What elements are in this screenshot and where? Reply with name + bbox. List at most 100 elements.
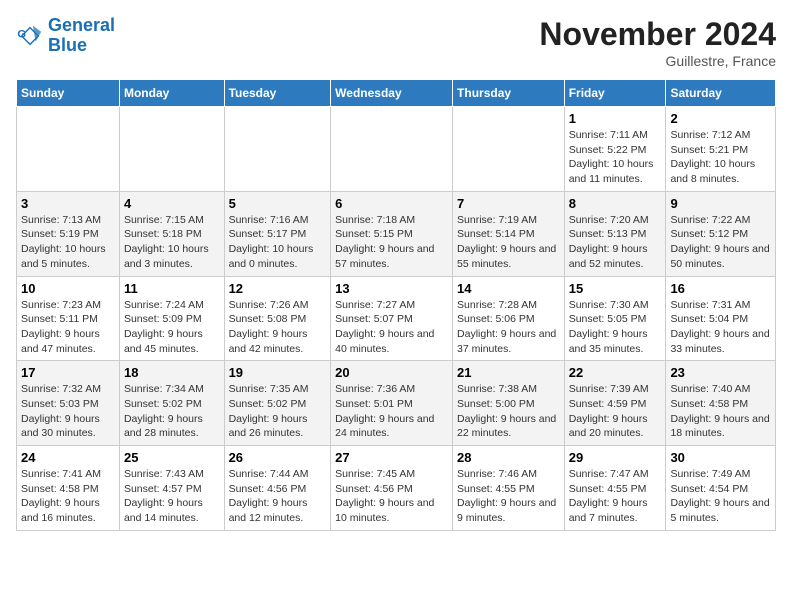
logo-icon: G bbox=[16, 22, 44, 50]
calendar-day-header: Friday bbox=[564, 80, 666, 107]
day-info: Sunrise: 7:44 AM Sunset: 4:56 PM Dayligh… bbox=[229, 467, 327, 526]
day-info: Sunrise: 7:27 AM Sunset: 5:07 PM Dayligh… bbox=[335, 298, 448, 357]
day-info: Sunrise: 7:23 AM Sunset: 5:11 PM Dayligh… bbox=[21, 298, 115, 357]
day-info: Sunrise: 7:31 AM Sunset: 5:04 PM Dayligh… bbox=[670, 298, 771, 357]
day-info: Sunrise: 7:32 AM Sunset: 5:03 PM Dayligh… bbox=[21, 382, 115, 441]
day-info: Sunrise: 7:41 AM Sunset: 4:58 PM Dayligh… bbox=[21, 467, 115, 526]
calendar-day-header: Tuesday bbox=[224, 80, 331, 107]
day-info: Sunrise: 7:36 AM Sunset: 5:01 PM Dayligh… bbox=[335, 382, 448, 441]
calendar-day-cell: 11 Sunrise: 7:24 AM Sunset: 5:09 PM Dayli… bbox=[119, 276, 224, 361]
calendar-body: 1 Sunrise: 7:11 AM Sunset: 5:22 PM Daylig… bbox=[17, 107, 776, 531]
day-info: Sunrise: 7:19 AM Sunset: 5:14 PM Dayligh… bbox=[457, 213, 560, 272]
calendar-day-cell: 25 Sunrise: 7:43 AM Sunset: 4:57 PM Dayli… bbox=[119, 446, 224, 531]
page-header: G GeneralBlue November 2024 Guillestre, … bbox=[16, 16, 776, 69]
day-number: 12 bbox=[229, 281, 327, 296]
calendar-day-cell: 1 Sunrise: 7:11 AM Sunset: 5:22 PM Daylig… bbox=[564, 107, 666, 192]
day-number: 17 bbox=[21, 365, 115, 380]
day-number: 29 bbox=[569, 450, 662, 465]
calendar-day-cell: 9 Sunrise: 7:22 AM Sunset: 5:12 PM Daylig… bbox=[666, 191, 776, 276]
calendar-day-header: Monday bbox=[119, 80, 224, 107]
day-number: 4 bbox=[124, 196, 220, 211]
calendar-day-cell: 30 Sunrise: 7:49 AM Sunset: 4:54 PM Dayli… bbox=[666, 446, 776, 531]
calendar-day-cell bbox=[331, 107, 453, 192]
calendar-day-cell: 14 Sunrise: 7:28 AM Sunset: 5:06 PM Dayli… bbox=[453, 276, 565, 361]
day-number: 11 bbox=[124, 281, 220, 296]
day-number: 24 bbox=[21, 450, 115, 465]
calendar-day-cell: 27 Sunrise: 7:45 AM Sunset: 4:56 PM Dayli… bbox=[331, 446, 453, 531]
day-info: Sunrise: 7:35 AM Sunset: 5:02 PM Dayligh… bbox=[229, 382, 327, 441]
calendar-day-cell: 10 Sunrise: 7:23 AM Sunset: 5:11 PM Dayli… bbox=[17, 276, 120, 361]
day-number: 10 bbox=[21, 281, 115, 296]
calendar-day-cell: 19 Sunrise: 7:35 AM Sunset: 5:02 PM Dayli… bbox=[224, 361, 331, 446]
month-title: November 2024 bbox=[539, 16, 776, 53]
calendar-week-row: 17 Sunrise: 7:32 AM Sunset: 5:03 PM Dayli… bbox=[17, 361, 776, 446]
day-number: 23 bbox=[670, 365, 771, 380]
day-number: 27 bbox=[335, 450, 448, 465]
calendar-day-header: Sunday bbox=[17, 80, 120, 107]
calendar-day-cell: 18 Sunrise: 7:34 AM Sunset: 5:02 PM Dayli… bbox=[119, 361, 224, 446]
logo-name: GeneralBlue bbox=[48, 16, 115, 56]
day-number: 30 bbox=[670, 450, 771, 465]
day-info: Sunrise: 7:46 AM Sunset: 4:55 PM Dayligh… bbox=[457, 467, 560, 526]
day-number: 1 bbox=[569, 111, 662, 126]
calendar-day-cell: 7 Sunrise: 7:19 AM Sunset: 5:14 PM Daylig… bbox=[453, 191, 565, 276]
day-number: 21 bbox=[457, 365, 560, 380]
day-info: Sunrise: 7:34 AM Sunset: 5:02 PM Dayligh… bbox=[124, 382, 220, 441]
day-number: 3 bbox=[21, 196, 115, 211]
calendar-day-cell: 12Sunrise: 7:26 AM Sunset: 5:08 PM Dayli… bbox=[224, 276, 331, 361]
day-info: Sunrise: 7:22 AM Sunset: 5:12 PM Dayligh… bbox=[670, 213, 771, 272]
calendar-day-cell bbox=[17, 107, 120, 192]
day-info: Sunrise: 7:11 AM Sunset: 5:22 PM Dayligh… bbox=[569, 128, 662, 187]
day-info: Sunrise: 7:28 AM Sunset: 5:06 PM Dayligh… bbox=[457, 298, 560, 357]
day-number: 15 bbox=[569, 281, 662, 296]
day-info: Sunrise: 7:45 AM Sunset: 4:56 PM Dayligh… bbox=[335, 467, 448, 526]
day-number: 14 bbox=[457, 281, 560, 296]
day-number: 8 bbox=[569, 196, 662, 211]
day-number: 7 bbox=[457, 196, 560, 211]
day-number: 18 bbox=[124, 365, 220, 380]
calendar-day-header: Saturday bbox=[666, 80, 776, 107]
day-info: Sunrise: 7:40 AM Sunset: 4:58 PM Dayligh… bbox=[670, 382, 771, 441]
day-info: Sunrise: 7:49 AM Sunset: 4:54 PM Dayligh… bbox=[670, 467, 771, 526]
calendar-day-cell: 17 Sunrise: 7:32 AM Sunset: 5:03 PM Dayli… bbox=[17, 361, 120, 446]
calendar-day-cell: 28 Sunrise: 7:46 AM Sunset: 4:55 PM Dayli… bbox=[453, 446, 565, 531]
calendar-day-cell: 23 Sunrise: 7:40 AM Sunset: 4:58 PM Dayli… bbox=[666, 361, 776, 446]
calendar-day-cell: 24 Sunrise: 7:41 AM Sunset: 4:58 PM Dayli… bbox=[17, 446, 120, 531]
day-number: 16 bbox=[670, 281, 771, 296]
day-number: 9 bbox=[670, 196, 771, 211]
calendar-week-row: 24 Sunrise: 7:41 AM Sunset: 4:58 PM Dayli… bbox=[17, 446, 776, 531]
calendar-day-cell: 21Sunrise: 7:38 AM Sunset: 5:00 PM Dayli… bbox=[453, 361, 565, 446]
calendar-day-header: Thursday bbox=[453, 80, 565, 107]
day-info: Sunrise: 7:18 AM Sunset: 5:15 PM Dayligh… bbox=[335, 213, 448, 272]
calendar-day-cell: 22Sunrise: 7:39 AM Sunset: 4:59 PM Dayli… bbox=[564, 361, 666, 446]
day-number: 5 bbox=[229, 196, 327, 211]
day-number: 19 bbox=[229, 365, 327, 380]
day-number: 20 bbox=[335, 365, 448, 380]
calendar-day-cell: 8 Sunrise: 7:20 AM Sunset: 5:13 PM Daylig… bbox=[564, 191, 666, 276]
calendar-week-row: 10 Sunrise: 7:23 AM Sunset: 5:11 PM Dayli… bbox=[17, 276, 776, 361]
day-number: 28 bbox=[457, 450, 560, 465]
calendar-day-cell: 13 Sunrise: 7:27 AM Sunset: 5:07 PM Dayli… bbox=[331, 276, 453, 361]
calendar-week-row: 3Sunrise: 7:13 AM Sunset: 5:19 PM Daylig… bbox=[17, 191, 776, 276]
day-info: Sunrise: 7:43 AM Sunset: 4:57 PM Dayligh… bbox=[124, 467, 220, 526]
day-info: Sunrise: 7:20 AM Sunset: 5:13 PM Dayligh… bbox=[569, 213, 662, 272]
calendar-day-cell bbox=[119, 107, 224, 192]
logo: G GeneralBlue bbox=[16, 16, 115, 56]
day-number: 26 bbox=[229, 450, 327, 465]
day-number: 6 bbox=[335, 196, 448, 211]
calendar-day-cell: 4 Sunrise: 7:15 AM Sunset: 5:18 PM Daylig… bbox=[119, 191, 224, 276]
calendar-week-row: 1 Sunrise: 7:11 AM Sunset: 5:22 PM Daylig… bbox=[17, 107, 776, 192]
calendar-day-cell: 6 Sunrise: 7:18 AM Sunset: 5:15 PM Daylig… bbox=[331, 191, 453, 276]
day-number: 13 bbox=[335, 281, 448, 296]
day-info: Sunrise: 7:30 AM Sunset: 5:05 PM Dayligh… bbox=[569, 298, 662, 357]
calendar-day-cell: 15 Sunrise: 7:30 AM Sunset: 5:05 PM Dayli… bbox=[564, 276, 666, 361]
calendar-day-header: Wednesday bbox=[331, 80, 453, 107]
day-number: 2 bbox=[670, 111, 771, 126]
day-number: 25 bbox=[124, 450, 220, 465]
day-info: Sunrise: 7:47 AM Sunset: 4:55 PM Dayligh… bbox=[569, 467, 662, 526]
day-info: Sunrise: 7:15 AM Sunset: 5:18 PM Dayligh… bbox=[124, 213, 220, 272]
calendar-day-cell: 5Sunrise: 7:16 AM Sunset: 5:17 PM Daylig… bbox=[224, 191, 331, 276]
calendar-day-cell: 3Sunrise: 7:13 AM Sunset: 5:19 PM Daylig… bbox=[17, 191, 120, 276]
day-info: Sunrise: 7:24 AM Sunset: 5:09 PM Dayligh… bbox=[124, 298, 220, 357]
calendar-header-row: SundayMondayTuesdayWednesdayThursdayFrid… bbox=[17, 80, 776, 107]
